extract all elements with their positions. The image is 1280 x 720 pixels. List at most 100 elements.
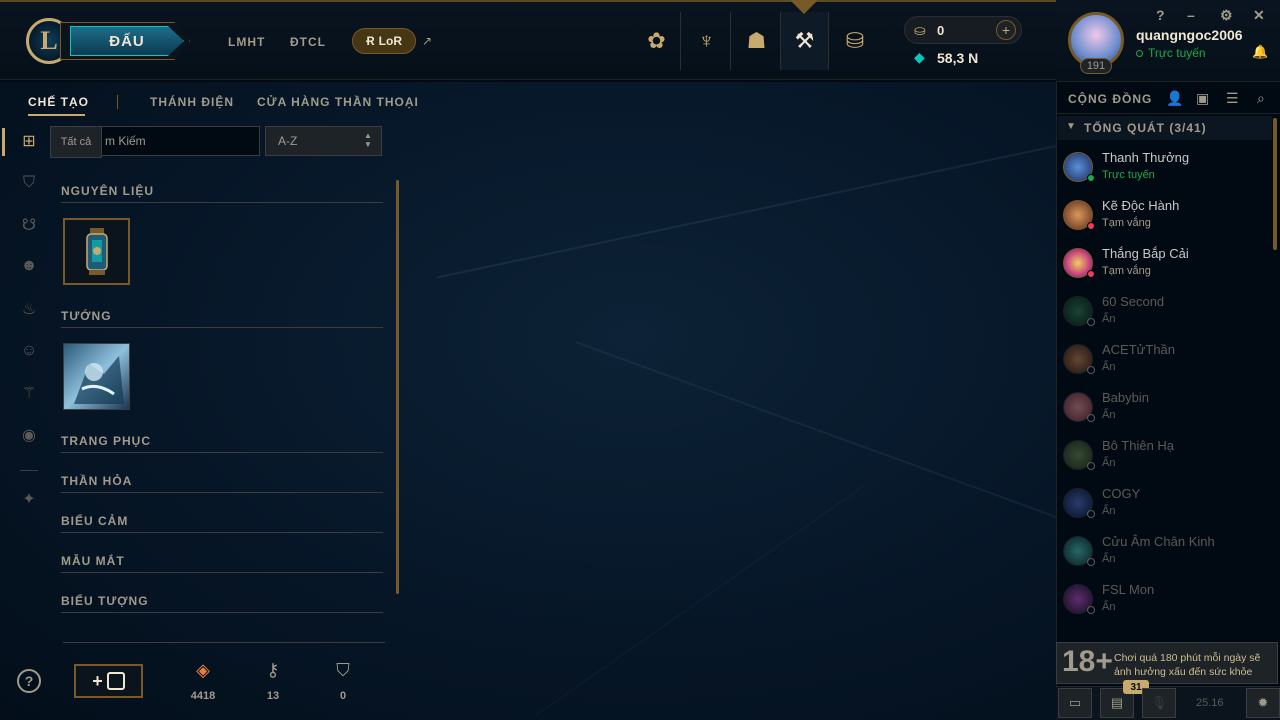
friend-item[interactable]: FSL Mon Ẩn (1058, 574, 1272, 622)
sidebar-divider (20, 470, 38, 471)
section-divider (61, 572, 383, 573)
home-icon[interactable]: ✿ (633, 12, 681, 70)
grid-all-icon[interactable]: ⊞ (20, 132, 38, 150)
friend-item[interactable]: ACETửThần Ẩn (1058, 334, 1272, 382)
status-dot-icon (1087, 222, 1095, 230)
sidebar-active-indicator (2, 128, 5, 156)
collection-icon[interactable]: ☗ (733, 12, 781, 70)
chest-icon[interactable]: ⛉ (20, 174, 38, 192)
friend-item[interactable]: Thắng Bắp Cải Tạm vắng (1058, 238, 1272, 286)
add-friend-icon[interactable]: 👤 (1166, 90, 1183, 107)
tab-mythic-shop[interactable]: CỬA HÀNG THẦN THOẠI (257, 95, 419, 109)
section-champions[interactable]: TƯỚNG (61, 309, 112, 323)
friend-list-scrollbar[interactable] (1273, 118, 1277, 250)
friend-status: Ẩn (1102, 409, 1116, 421)
tft-little-legend-icon[interactable]: ✦ (20, 490, 38, 508)
close-icon[interactable]: ✕ (1253, 7, 1265, 24)
friend-item[interactable]: Kẽ Độc Hành Tạm vắng (1058, 190, 1272, 238)
friend-name: Bô Thiên Hạ (1102, 438, 1175, 453)
friend-item[interactable]: Cửu Âm Chân Kinh Ẩn (1058, 526, 1272, 574)
tab-sanctum[interactable]: THÁNH ĐIỆN (150, 95, 234, 109)
friend-item[interactable]: Thanh Thưởng Trực tuyến (1058, 142, 1272, 190)
section-divider (61, 452, 383, 453)
updown-arrows-icon: ▲ ▼ (364, 131, 372, 149)
friend-status: Ẩn (1102, 601, 1116, 613)
chat-icon[interactable]: ▭ (1058, 688, 1092, 718)
status-dot-icon (1087, 174, 1095, 182)
section-emotes[interactable]: BIỂU CẢM (61, 514, 128, 528)
active-tab-underline (28, 114, 85, 116)
friend-item[interactable]: Bô Thiên Hạ Ẩn (1058, 430, 1272, 478)
friend-status: Tạm vắng (1102, 217, 1151, 229)
friend-name: Thanh Thưởng (1102, 150, 1190, 165)
mask-icon[interactable]: ☻ (20, 257, 38, 275)
chest-count-icon: ⛉ (336, 660, 350, 680)
status-dot-icon (1087, 462, 1095, 470)
bell-icon[interactable]: 🔔 (1252, 44, 1268, 60)
friend-item[interactable]: Babybin Ẩn (1058, 382, 1272, 430)
key-icon: ⚷ (266, 660, 280, 680)
loot-icon[interactable]: ⚒ (781, 12, 829, 70)
helmet-icon[interactable]: ☋ (20, 216, 38, 234)
flame-icon[interactable]: ♨ (20, 300, 38, 318)
nav-link-lmht[interactable]: LMHT (228, 35, 265, 49)
lor-button[interactable]: Ɍ LoR (352, 28, 416, 54)
microphone-icon[interactable]: 🎙 (1142, 688, 1176, 718)
tab-crafting[interactable]: CHẾ TẠO (28, 95, 89, 109)
buy-rp-button[interactable]: + (996, 20, 1016, 40)
loot-item-champion-shard[interactable] (63, 343, 130, 410)
emote-icon[interactable]: ☺ (20, 342, 38, 360)
friend-name: Kẽ Độc Hành (1102, 198, 1180, 213)
section-eye-patterns[interactable]: MẪU MẮT (61, 554, 125, 568)
user-status[interactable]: Trực tuyến (1148, 46, 1206, 60)
section-divider (61, 327, 383, 328)
settings-icon[interactable]: ⚙ (1220, 7, 1233, 24)
version-label: 25.16 (1196, 697, 1224, 709)
username[interactable]: quangngoc2006 (1136, 27, 1243, 43)
nav-link-dtcl[interactable]: ĐTCL (290, 35, 326, 49)
friend-group-title: TỔNG QUÁT (3/41) (1084, 121, 1207, 135)
status-dot-icon (1087, 606, 1095, 614)
friend-item[interactable]: COGY Ẩn (1058, 478, 1272, 526)
bug-report-icon[interactable]: ✹ (1246, 688, 1280, 718)
store-icon[interactable]: ⛁ (831, 12, 879, 70)
blue-essence-icon: ◆ (914, 49, 925, 65)
loot-item-chest[interactable] (63, 218, 130, 285)
tft-icon[interactable]: ♆ (683, 12, 731, 70)
search-icon[interactable]: ⌕ (1257, 90, 1265, 107)
friend-item[interactable]: 60 Second Ẩn (1058, 286, 1272, 334)
lor-r-icon: Ɍ (366, 34, 375, 48)
lor-label: LoR (378, 34, 402, 48)
section-divider (61, 612, 383, 613)
ward-icon[interactable]: ⚚ (20, 384, 38, 402)
status-dot-icon (1087, 270, 1095, 278)
friend-name: ACETửThần (1102, 342, 1176, 357)
friend-name: 60 Second (1102, 294, 1165, 309)
section-skins[interactable]: TRANG PHỤC (61, 434, 151, 448)
help-window-button[interactable]: ? (1156, 7, 1165, 23)
loot-scrollbar[interactable] (396, 180, 399, 594)
chest-outline-icon (106, 672, 125, 690)
champion-portrait-icon (74, 356, 124, 404)
friend-status: Ẩn (1102, 553, 1116, 565)
social-title: CỘNG ĐỒNG (1068, 92, 1153, 106)
hextech-chest-icon (85, 227, 108, 275)
tooltip: Tất cả (50, 126, 102, 158)
age-warning-text: Chơi quá 180 phút mỗi ngày sẽ ảnh hưởng … (1114, 652, 1261, 678)
profile-icon[interactable]: ◉ (20, 426, 38, 444)
minimize-button[interactable]: – (1187, 7, 1195, 23)
friend-name: Thắng Bắp Cải (1102, 246, 1189, 261)
list-icon[interactable]: ☰ (1226, 90, 1239, 107)
section-materials[interactable]: NGUYÊN LIỆU (61, 184, 154, 198)
section-icons[interactable]: BIỂU TƯỢNG (61, 594, 149, 608)
level-badge: 191 (1080, 58, 1112, 74)
add-folder-icon[interactable]: ▣ (1196, 90, 1209, 107)
key-count: 13 (266, 690, 280, 702)
orange-essence-icon: ◈ (196, 660, 210, 680)
status-dot-icon (1087, 414, 1095, 422)
blue-essence-value: 58,3 N (937, 50, 979, 66)
craft-key-button[interactable]: + (74, 664, 143, 698)
play-button[interactable]: ĐẤU (70, 26, 184, 56)
help-button[interactable]: ? (17, 669, 41, 693)
section-wards[interactable]: THẦN HỎA (61, 474, 132, 488)
